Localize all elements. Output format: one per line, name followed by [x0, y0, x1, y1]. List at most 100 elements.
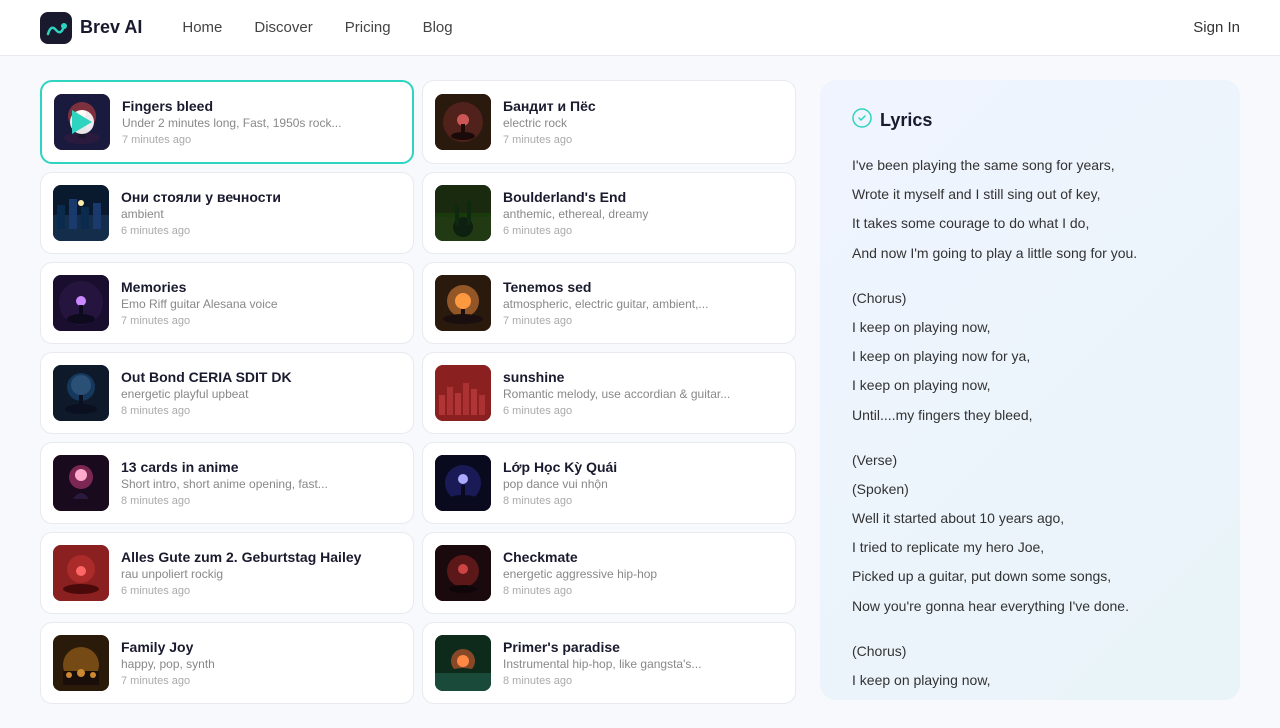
- lyric-line: (Chorus): [852, 286, 1208, 311]
- sign-in-button[interactable]: Sign In: [1193, 19, 1240, 36]
- play-overlay: [54, 94, 110, 150]
- song-time: 7 minutes ago: [122, 134, 400, 146]
- song-info: sunshine Romantic melody, use accordian …: [503, 369, 783, 417]
- brand-name: Brev AI: [80, 17, 142, 38]
- song-thumbnail: [53, 365, 109, 421]
- lyric-line: And now I'm going to play a little song …: [852, 241, 1208, 266]
- song-card[interactable]: Tenemos sed atmospheric, electric guitar…: [422, 262, 796, 344]
- song-title: Family Joy: [121, 639, 401, 655]
- song-info: Lớp Học Kỳ Quái pop dance vui nhộn 8 min…: [503, 459, 783, 507]
- song-title: Они стояли у вечности: [121, 189, 401, 205]
- song-info: Бандит и Пёс electric rock 7 minutes ago: [503, 98, 783, 146]
- lyrics-title: Lyrics: [880, 110, 932, 131]
- song-title: 13 cards in anime: [121, 459, 401, 475]
- navbar: Brev AI Home Discover Pricing Blog Sign …: [0, 0, 1280, 56]
- song-card[interactable]: Boulderland's End anthemic, ethereal, dr…: [422, 172, 796, 254]
- song-desc: atmospheric, electric guitar, ambient,..…: [503, 297, 783, 311]
- song-thumbnail: [53, 635, 109, 691]
- lyric-line: I've been playing the same song for year…: [852, 153, 1208, 178]
- song-time: 7 minutes ago: [121, 315, 401, 327]
- song-card[interactable]: Primer's paradise Instrumental hip-hop, …: [422, 622, 796, 704]
- song-title: Checkmate: [503, 549, 783, 565]
- song-thumbnail: [435, 365, 491, 421]
- lyric-line: I tried to replicate my hero Joe,: [852, 535, 1208, 560]
- song-title: Tenemos sed: [503, 279, 783, 295]
- song-time: 7 minutes ago: [503, 315, 783, 327]
- logo-icon: [40, 12, 72, 44]
- song-desc: Under 2 minutes long, Fast, 1950s rock..…: [122, 116, 400, 130]
- play-button[interactable]: [70, 110, 94, 134]
- song-card[interactable]: Lớp Học Kỳ Quái pop dance vui nhộn 8 min…: [422, 442, 796, 524]
- song-time: 8 minutes ago: [503, 585, 783, 597]
- nav-home[interactable]: Home: [182, 19, 222, 36]
- song-thumbnail: [53, 275, 109, 331]
- song-card[interactable]: Они стояли у вечности ambient 6 minutes …: [40, 172, 414, 254]
- song-title: Memories: [121, 279, 401, 295]
- lyrics-icon: [852, 108, 872, 133]
- song-title: Out Bond CERIA SDIT DK: [121, 369, 401, 385]
- song-time: 6 minutes ago: [503, 405, 783, 417]
- nav-discover[interactable]: Discover: [254, 19, 312, 36]
- song-card[interactable]: Alles Gute zum 2. Geburtstag Hailey rau …: [40, 532, 414, 614]
- song-desc: ambient: [121, 207, 401, 221]
- song-desc: Emo Riff guitar Alesana voice: [121, 297, 401, 311]
- lyric-line: (Spoken): [852, 477, 1208, 502]
- lyrics-header: Lyrics: [852, 108, 1208, 133]
- song-info: 13 cards in anime Short intro, short ani…: [121, 459, 401, 507]
- song-desc: energetic playful upbeat: [121, 387, 401, 401]
- song-time: 8 minutes ago: [121, 405, 401, 417]
- nav-links: Home Discover Pricing Blog: [182, 19, 1193, 36]
- nav-blog[interactable]: Blog: [423, 19, 453, 36]
- lyric-line: (Verse): [852, 448, 1208, 473]
- lyric-line: I keep on playing now,: [852, 315, 1208, 340]
- song-card[interactable]: Family Joy happy, pop, synth 7 minutes a…: [40, 622, 414, 704]
- song-info: Они стояли у вечности ambient 6 minutes …: [121, 189, 401, 237]
- song-thumbnail: [435, 185, 491, 241]
- song-card[interactable]: Memories Emo Riff guitar Alesana voice 7…: [40, 262, 414, 344]
- song-time: 6 minutes ago: [503, 225, 783, 237]
- song-card[interactable]: Checkmate energetic aggressive hip-hop 8…: [422, 532, 796, 614]
- song-card[interactable]: 13 cards in anime Short intro, short ani…: [40, 442, 414, 524]
- lyric-line: I keep on playing now for ya,: [852, 697, 1208, 700]
- song-thumbnail: [435, 275, 491, 331]
- logo[interactable]: Brev AI: [40, 12, 142, 44]
- lyric-line: Now you're gonna hear everything I've do…: [852, 594, 1208, 619]
- song-title: Primer's paradise: [503, 639, 783, 655]
- song-info: Fingers bleed Under 2 minutes long, Fast…: [122, 98, 400, 146]
- song-time: 8 minutes ago: [503, 675, 783, 687]
- song-list: Fingers bleed Under 2 minutes long, Fast…: [40, 80, 796, 704]
- song-title: Fingers bleed: [122, 98, 400, 114]
- main-container: Fingers bleed Under 2 minutes long, Fast…: [0, 56, 1280, 728]
- song-info: Tenemos sed atmospheric, electric guitar…: [503, 279, 783, 327]
- song-title: Бандит и Пёс: [503, 98, 783, 114]
- song-desc: energetic aggressive hip-hop: [503, 567, 783, 581]
- song-info: Family Joy happy, pop, synth 7 minutes a…: [121, 639, 401, 687]
- song-card[interactable]: sunshine Romantic melody, use accordian …: [422, 352, 796, 434]
- lyric-line: It takes some courage to do what I do,: [852, 211, 1208, 236]
- lyric-line: (Chorus): [852, 639, 1208, 664]
- lyric-line: Until....my fingers they bleed,: [852, 403, 1208, 428]
- song-info: Primer's paradise Instrumental hip-hop, …: [503, 639, 783, 687]
- song-desc: Instrumental hip-hop, like gangsta's...: [503, 657, 783, 671]
- lyric-line: I keep on playing now,: [852, 668, 1208, 693]
- lyric-line: Well it started about 10 years ago,: [852, 506, 1208, 531]
- song-time: 8 minutes ago: [121, 495, 401, 507]
- song-thumbnail: [435, 94, 491, 150]
- song-time: 7 minutes ago: [503, 134, 783, 146]
- song-title: Alles Gute zum 2. Geburtstag Hailey: [121, 549, 401, 565]
- nav-pricing[interactable]: Pricing: [345, 19, 391, 36]
- song-card[interactable]: Бандит и Пёс electric rock 7 minutes ago: [422, 80, 796, 164]
- song-card[interactable]: Out Bond CERIA SDIT DK energetic playful…: [40, 352, 414, 434]
- lyric-line: I keep on playing now,: [852, 373, 1208, 398]
- lyrics-panel: Lyrics I've been playing the same song f…: [820, 80, 1240, 700]
- song-card[interactable]: Fingers bleed Under 2 minutes long, Fast…: [40, 80, 414, 164]
- song-thumbnail: [53, 455, 109, 511]
- song-info: Checkmate energetic aggressive hip-hop 8…: [503, 549, 783, 597]
- song-time: 8 minutes ago: [503, 495, 783, 507]
- song-desc: happy, pop, synth: [121, 657, 401, 671]
- song-title: Lớp Học Kỳ Quái: [503, 459, 783, 475]
- lyric-line: I keep on playing now for ya,: [852, 344, 1208, 369]
- song-info: Boulderland's End anthemic, ethereal, dr…: [503, 189, 783, 237]
- song-time: 6 minutes ago: [121, 225, 401, 237]
- song-thumbnail: [435, 545, 491, 601]
